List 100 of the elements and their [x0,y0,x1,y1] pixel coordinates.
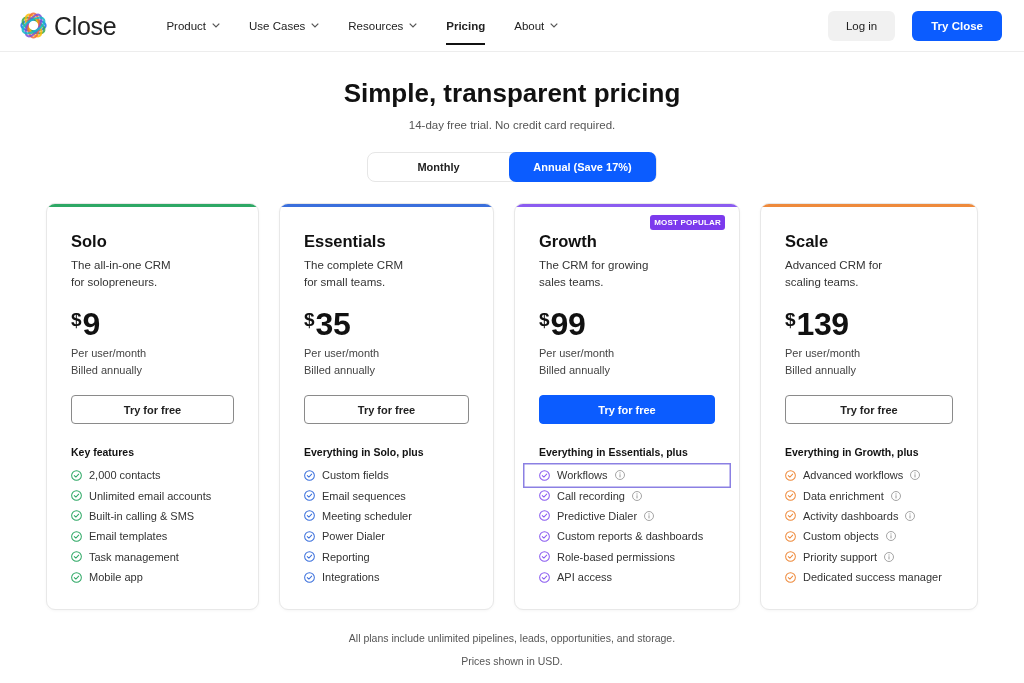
feature-label: Custom objects [803,529,879,544]
feature-label: Activity dashboards [803,508,899,523]
info-icon[interactable] [631,490,642,501]
secondary-button[interactable]: Log in [827,10,896,41]
feature-label: Workflows [557,468,608,483]
price-period: Per user/month [304,346,380,361]
nav-link[interactable]: Use Cases [249,6,320,45]
price-period: Per user/month [71,346,147,361]
check-circle-icon [304,469,315,481]
check-circle-icon [785,571,796,583]
info-icon[interactable] [890,490,901,501]
price-amount: 35 [315,306,351,342]
price-period: Per user/month [785,346,861,361]
chevron-down-icon [212,23,221,28]
check-circle-icon [539,530,550,542]
check-circle-icon [539,571,550,583]
feature-label: Custom reports & dashboards [557,529,704,544]
plan-name: Solo [71,231,107,252]
nav-link[interactable]: Product [166,6,221,45]
check-circle-icon [785,490,796,502]
popular-badge: MOST POPULAR [650,215,725,230]
info-icon[interactable] [905,510,916,521]
feature-label: Call recording [557,488,625,503]
check-circle-icon [71,530,82,542]
price-period: Per user/month [539,346,615,361]
feature-label: Custom fields [322,468,389,483]
features-heading: Everything in Growth, plus [785,445,919,460]
trial-button[interactable]: Try for free [71,395,234,424]
check-circle-icon [304,490,315,502]
feature-label: Reporting [322,549,370,564]
price-amount: 139 [796,306,849,342]
trial-button[interactable]: Try for free [539,395,715,424]
price-amount: 9 [82,306,100,342]
chevron-down-icon [409,23,418,28]
check-circle-icon [304,571,315,583]
features-heading: Key features [71,445,135,460]
plan-description: Advanced CRM for scaling teams. [785,258,883,290]
feature-label: Priority support [803,549,877,564]
feature-label: Data enrichment [803,488,884,503]
billing-note: Billed annually [304,362,375,378]
info-icon[interactable] [884,551,894,562]
feature-label: Dedicated success manager [803,570,942,585]
info-icon[interactable] [885,531,896,542]
currency-symbol: $ [785,309,796,331]
check-circle-icon [71,571,82,583]
feature-label: Email sequences [322,488,406,503]
billing-note: Billed annually [71,362,142,378]
feature-label: Mobile app [89,570,143,585]
check-circle-icon [539,510,550,522]
billing-option[interactable]: Annual (Save 17%) [509,152,656,182]
check-circle-icon [71,551,82,563]
plan-description: The all-in-one CRM for solopreneurs. [71,258,171,290]
info-icon[interactable] [644,511,655,521]
billing-note: Billed annually [785,362,856,378]
plan-name: Scale [785,231,829,252]
info-icon[interactable] [614,470,625,481]
billing-note: Billed annually [539,362,610,378]
feature-label: Task management [89,549,179,564]
nav-link[interactable]: Resources [348,6,418,45]
currency-symbol: $ [71,309,82,331]
feature-label: API access [557,570,613,585]
plan-description: The CRM for growing sales teams. [539,258,649,290]
trial-button[interactable]: Try for free [785,395,953,424]
features-heading: Everything in Essentials, plus [539,445,688,460]
check-circle-icon [539,469,550,481]
page-subtitle: 14-day free trial. No credit card required. [408,118,616,133]
feature-label: Advanced workflows [803,468,904,483]
feature-label: Predictive Dialer [557,509,638,523]
check-circle-icon [539,551,550,563]
currency-symbol: $ [539,309,550,331]
billing-option[interactable]: Monthly [368,152,509,182]
features-heading: Everything in Solo, plus [304,445,424,460]
cta-button[interactable]: Try Close [912,10,1002,41]
logo-text: Close [54,10,117,41]
chevron-down-icon [311,23,320,28]
feature-label: Integrations [322,570,380,585]
check-circle-icon [304,530,315,542]
check-circle-icon [785,530,796,542]
check-circle-icon [539,490,550,502]
currency-symbol: $ [304,309,315,331]
info-icon[interactable] [910,470,921,481]
trial-button[interactable]: Try for free [304,395,469,424]
check-circle-icon [785,469,796,481]
plan-name: Essentials [304,231,386,252]
footer-note: Prices shown in USD. [461,654,563,669]
check-circle-icon [785,510,796,522]
plan-name: Growth [539,231,597,252]
nav-link[interactable]: About [514,6,559,45]
footer-note: All plans include unlimited pipelines, leads, opportunities, and storage. [348,631,676,646]
chevron-down-icon [550,23,559,28]
feature-label: Email templates [89,529,168,544]
feature-label: Meeting scheduler [322,508,412,523]
plan-description: The complete CRM for small teams. [304,258,404,290]
feature-label: Built-in calling & SMS [89,508,195,523]
feature-label: Power Dialer [322,529,385,544]
check-circle-icon [785,551,796,563]
check-circle-icon [71,510,82,522]
feature-label: Role-based permissions [557,549,675,564]
feature-label: Unlimited email accounts [89,488,212,503]
nav-link[interactable]: Pricing [446,6,486,45]
